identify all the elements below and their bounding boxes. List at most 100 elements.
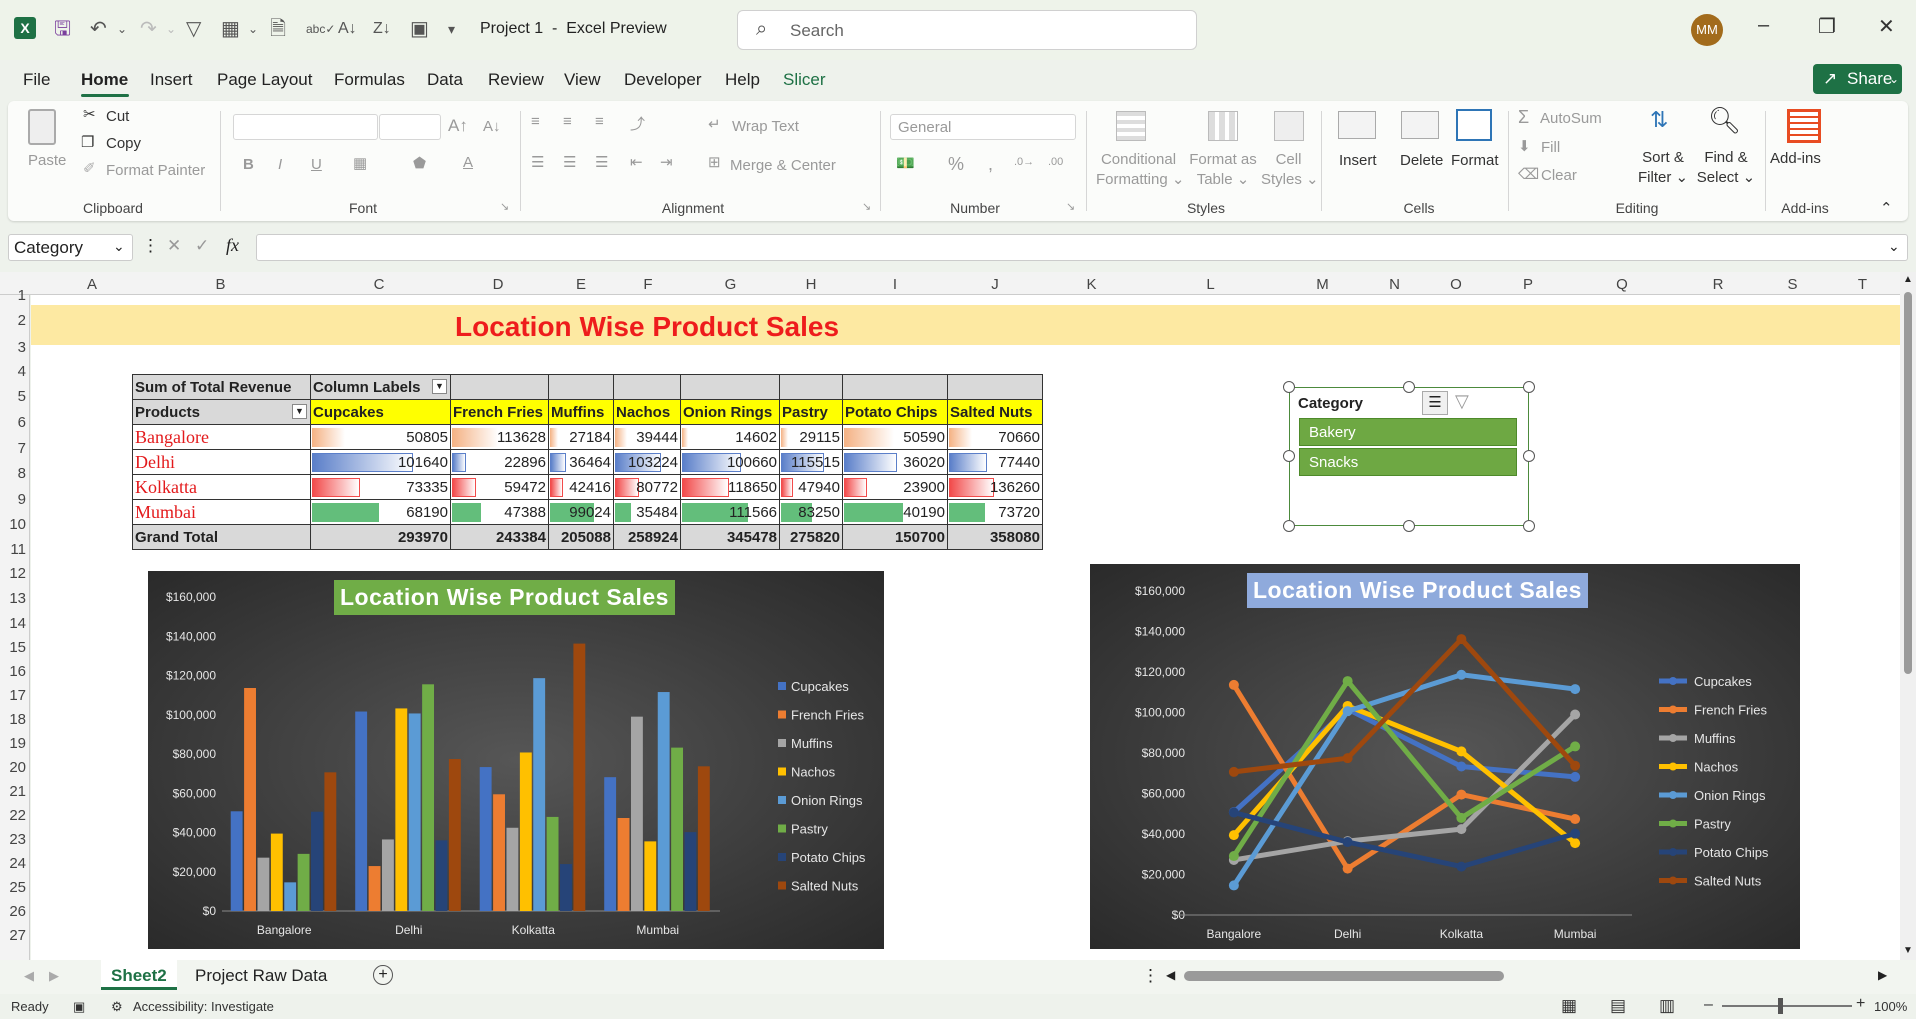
data-point[interactable] [1570, 838, 1581, 849]
align-top-icon[interactable]: ≡ [531, 113, 540, 130]
value-cell[interactable]: 136260 [947, 474, 1043, 500]
copy-button[interactable]: Copy [106, 135, 141, 152]
row-header[interactable]: 2 [0, 312, 26, 329]
bar[interactable] [368, 866, 381, 911]
value-cell[interactable]: 47388 [450, 499, 549, 525]
row-header[interactable]: 5 [0, 388, 26, 405]
normal-view-icon[interactable]: ▦ [1561, 996, 1577, 1016]
delete-cells-button[interactable]: Delete [1400, 152, 1443, 169]
row-header[interactable]: 20 [0, 759, 26, 776]
value-cell[interactable]: 14602 [680, 424, 780, 450]
legend-label[interactable]: Nachos [791, 765, 836, 780]
filter-icon[interactable]: ▽ [186, 16, 201, 42]
value-cell[interactable]: 70660 [947, 424, 1043, 450]
zoom-slider-thumb[interactable] [1778, 998, 1783, 1014]
bar[interactable] [257, 857, 270, 911]
grand-total-value[interactable]: 243384 [450, 524, 549, 550]
column-labels-filter-icon[interactable]: ▼ [432, 379, 447, 394]
enter-icon[interactable]: ✓ [195, 236, 209, 256]
bar[interactable] [448, 759, 461, 911]
row-header[interactable]: 8 [0, 465, 26, 482]
product-column-header[interactable]: French Fries [450, 399, 549, 425]
scroll-up-icon[interactable]: ▲ [1903, 274, 1913, 285]
undo-dropdown-icon[interactable]: ⌄ [117, 16, 127, 42]
value-cell[interactable]: 83250 [779, 499, 843, 525]
row-header[interactable]: 17 [0, 687, 26, 704]
bar[interactable] [422, 684, 435, 911]
data-point[interactable] [1570, 760, 1581, 771]
row-labels-filter-icon[interactable]: ▼ [292, 404, 307, 419]
data-point[interactable] [1570, 771, 1581, 782]
slicer-resize-handle[interactable] [1523, 450, 1535, 462]
data-point[interactable] [1570, 828, 1581, 839]
decrease-indent-icon[interactable]: ⇤ [630, 153, 643, 171]
tab-project-raw-data[interactable]: Project Raw Data [195, 966, 327, 986]
value-cell[interactable]: 35484 [613, 499, 681, 525]
clear-button[interactable]: Clear [1541, 167, 1577, 184]
zoom-level[interactable]: 100% [1874, 999, 1907, 1014]
slicer-resize-handle[interactable] [1523, 381, 1535, 393]
row-header[interactable]: 24 [0, 855, 26, 872]
column-header[interactable]: H [780, 276, 842, 293]
location-label[interactable]: Bangalore [132, 424, 311, 450]
data-point[interactable] [1228, 880, 1239, 891]
bar[interactable] [324, 772, 337, 911]
bold-icon[interactable]: B [243, 156, 254, 173]
search-box[interactable]: ⌕ Search [737, 10, 1197, 50]
bar[interactable] [684, 832, 697, 911]
value-cell[interactable]: 115515 [779, 449, 843, 475]
bar[interactable] [644, 841, 657, 911]
slicer-resize-handle[interactable] [1283, 450, 1295, 462]
bar[interactable] [657, 692, 670, 911]
pivot-corner[interactable]: Sum of Total Revenue [132, 374, 311, 400]
column-header[interactable]: M [1280, 276, 1365, 293]
page-setup-icon[interactable]: 🗎 [270, 16, 286, 42]
value-cell[interactable]: 101640 [310, 449, 451, 475]
font-dialog-launcher-icon[interactable]: ↘ [500, 200, 509, 213]
scroll-left-icon[interactable]: ◀ [1166, 968, 1175, 982]
cut-button[interactable]: Cut [106, 108, 129, 125]
tab-slicer[interactable]: Slicer [783, 70, 826, 90]
column-header[interactable]: Q [1568, 276, 1676, 293]
tab-home[interactable]: Home [81, 70, 128, 90]
data-point[interactable] [1228, 766, 1239, 777]
worksheet-grid[interactable]: Location Wise Product Sales Sum of Total… [31, 295, 1902, 960]
grand-total-value[interactable]: 275820 [779, 524, 843, 550]
data-point[interactable] [1456, 634, 1467, 645]
row-header[interactable]: 26 [0, 903, 26, 920]
multi-select-icon[interactable]: ☰ [1422, 391, 1448, 415]
bar[interactable] [533, 678, 546, 911]
bar[interactable] [506, 827, 519, 911]
legend-label[interactable]: Potato Chips [1694, 845, 1769, 860]
product-column-header[interactable]: Potato Chips [842, 399, 948, 425]
legend-label[interactable]: Cupcakes [791, 679, 849, 694]
scroll-down-icon[interactable]: ▼ [1903, 945, 1913, 956]
tab-review[interactable]: Review [488, 70, 544, 90]
bar[interactable] [479, 767, 492, 911]
bar[interactable] [284, 882, 297, 911]
line-chart-title[interactable]: Location Wise Product Sales [1247, 573, 1588, 608]
data-point[interactable] [1456, 789, 1467, 800]
decrease-font-icon[interactable]: A↓ [483, 118, 501, 135]
product-column-header[interactable]: Onion Rings [680, 399, 780, 425]
slicer-resize-handle[interactable] [1523, 520, 1535, 532]
bar[interactable] [617, 818, 630, 911]
sort-filter-button[interactable]: Sort & Filter ⌄ [1638, 148, 1688, 188]
fill-color-icon[interactable]: ⬟ [413, 154, 426, 172]
column-header[interactable]: B [132, 276, 309, 293]
zoom-out-icon[interactable]: – [1704, 996, 1713, 1014]
comma-icon[interactable]: , [988, 154, 993, 175]
column-header[interactable]: G [681, 276, 780, 293]
align-center-icon[interactable]: ☰ [563, 153, 576, 171]
column-header[interactable]: J [948, 276, 1042, 293]
column-header[interactable]: I [842, 276, 948, 293]
zoom-in-icon[interactable]: + [1856, 995, 1865, 1013]
legend-label[interactable]: Cupcakes [1694, 674, 1752, 689]
grand-total-value[interactable]: 258924 [613, 524, 681, 550]
redo-icon[interactable]: ↷ [140, 16, 157, 42]
orientation-icon[interactable]: ⤴ [630, 113, 645, 134]
value-cell[interactable]: 59472 [450, 474, 549, 500]
decrease-decimal-icon[interactable]: .00 [1048, 156, 1063, 168]
data-point[interactable] [1456, 669, 1467, 680]
chart-icon[interactable]: ▣ [410, 16, 429, 42]
